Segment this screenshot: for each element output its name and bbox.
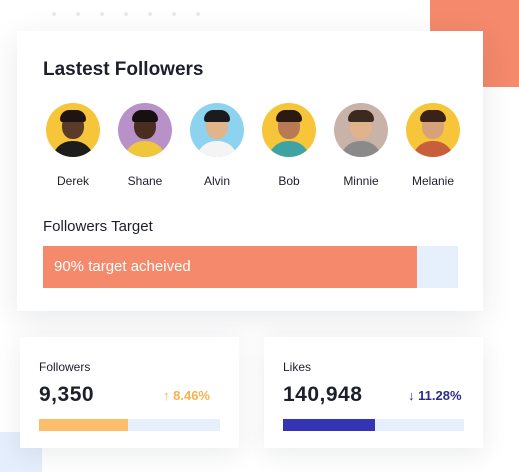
- follower-name: Melanie: [411, 174, 455, 188]
- decorative-dots: [52, 12, 202, 16]
- follower-name: Derek: [56, 174, 89, 188]
- likes-progress-bar: [283, 419, 464, 431]
- follower-item[interactable]: Alvin: [187, 103, 247, 188]
- latest-followers-card: Lastest Followers Derek Shane Alvin Bob …: [17, 31, 483, 311]
- likes-progress-fill: [283, 419, 376, 431]
- avatar[interactable]: [190, 103, 244, 157]
- follower-item[interactable]: Minnie: [331, 103, 391, 188]
- follower-item[interactable]: Derek: [43, 103, 103, 188]
- follower-name: Alvin: [203, 174, 230, 188]
- follower-name: Shane: [127, 174, 163, 188]
- followers-target-progress: 90% target acheived: [43, 246, 458, 288]
- avatar[interactable]: [46, 103, 100, 157]
- follower-item[interactable]: Bob: [259, 103, 319, 188]
- stat-value: 9,350: [39, 383, 95, 406]
- avatar[interactable]: [334, 103, 388, 157]
- stat-change-value: 8.46%: [173, 388, 210, 403]
- follower-name: Bob: [278, 174, 300, 188]
- stat-label: Likes: [283, 360, 312, 374]
- followers-avatar-list: Derek Shane Alvin Bob Minnie Melanie: [43, 103, 463, 193]
- follower-item[interactable]: Shane: [115, 103, 175, 188]
- followers-target-text: 90% target acheived: [54, 258, 191, 275]
- stat-change: ↓ 11.28%: [408, 388, 462, 403]
- likes-stat-card: Likes 140,948 ↓ 11.28%: [264, 337, 483, 448]
- avatar[interactable]: [406, 103, 460, 157]
- stat-value: 140,948: [283, 383, 363, 406]
- stat-label: Followers: [39, 360, 91, 374]
- follower-name: Minnie: [343, 174, 379, 188]
- stat-change: ↑ 8.46%: [163, 388, 210, 403]
- followers-progress-fill: [39, 419, 128, 431]
- stat-change-value: 11.28%: [418, 388, 462, 403]
- followers-progress-bar: [39, 419, 220, 431]
- follower-item[interactable]: Melanie: [403, 103, 463, 188]
- avatar[interactable]: [118, 103, 172, 157]
- arrow-up-icon: ↑: [163, 388, 170, 403]
- arrow-down-icon: ↓: [408, 388, 415, 403]
- followers-target-label: Followers Target: [43, 218, 153, 235]
- avatar[interactable]: [262, 103, 316, 157]
- followers-stat-card: Followers 9,350 ↑ 8.46%: [20, 337, 239, 448]
- card-title: Lastest Followers: [43, 59, 204, 80]
